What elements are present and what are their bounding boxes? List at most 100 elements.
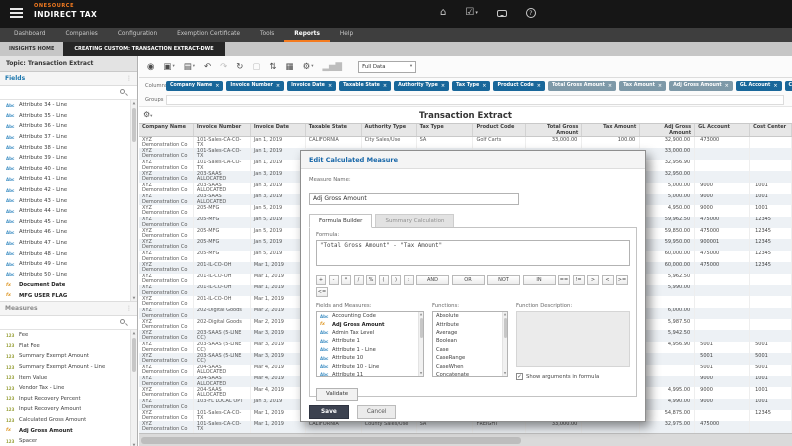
sort-icon[interactable]: ⇅ — [269, 62, 276, 72]
list-item-attribute-34-line[interactable]: AbcAttribute 34 - Line — [0, 100, 137, 111]
function-item-attribute[interactable]: Attribute — [433, 320, 507, 328]
list-item-adj-gross-amount[interactable]: fxAdj Gross Amount — [317, 320, 423, 328]
scroll-down-icon[interactable]: ▼ — [131, 295, 137, 301]
operator-button[interactable]: * — [341, 275, 351, 285]
tab-insights-home[interactable]: INSIGHTS HOME — [0, 42, 63, 56]
operator-button[interactable]: : — [404, 275, 414, 285]
tab-formula-builder[interactable]: Formula Builder — [309, 214, 372, 228]
chip-remove-icon[interactable]: × — [773, 83, 777, 89]
column-chip-cost-center[interactable]: Cost Center× — [785, 81, 792, 91]
operator-button[interactable]: > — [587, 275, 599, 285]
column-chip-total-gross-amount[interactable]: Total Gross Amount× — [548, 81, 616, 91]
fields-menu-icon[interactable]: ⋮ — [126, 75, 132, 82]
list-item-adj-gross-amount[interactable]: fxAdj Gross Amount — [0, 425, 137, 436]
operator-button[interactable]: < — [602, 275, 614, 285]
save-button[interactable]: Save — [309, 405, 349, 419]
list-item-mfg-user-flag[interactable]: fxMFG USER FLAG — [0, 291, 137, 302]
function-item-average[interactable]: Average — [433, 329, 507, 337]
col-header-tax-type[interactable]: Tax Type — [417, 124, 474, 136]
column-chip-tax-type[interactable]: Tax Type× — [452, 81, 490, 91]
list-item-document-date[interactable]: fxDocument Date — [0, 280, 137, 291]
list-item-attribute-43-line[interactable]: AbcAttribute 43 - Line — [0, 195, 137, 206]
redo-icon[interactable]: ↷ — [220, 62, 227, 72]
chip-remove-icon[interactable]: × — [383, 83, 387, 89]
scroll-thumb[interactable] — [420, 318, 423, 338]
nav-item-configuration[interactable]: Configuration — [108, 28, 167, 42]
function-item-casewhen[interactable]: CaseWhen — [433, 362, 507, 370]
copy-icon[interactable]: ▢ — [252, 62, 260, 72]
operator-button[interactable]: <= — [316, 287, 328, 297]
function-item-caserange[interactable]: CaseRange — [433, 354, 507, 362]
list-item-vendor-tax-line[interactable]: 123Vendor Tax - Line — [0, 383, 137, 394]
function-item-case[interactable]: Case — [433, 346, 507, 354]
column-chip-invoice-number[interactable]: Invoice Number× — [226, 81, 284, 91]
tasks-icon[interactable]: ☑▾ — [465, 6, 477, 20]
column-chip-product-code[interactable]: Product Code× — [493, 81, 545, 91]
list-item-flat-fee[interactable]: 123Flat Fee — [0, 341, 137, 352]
table-row[interactable]: XYZ Demonstration Co101-Sales-CA-CO-TXJa… — [139, 137, 792, 148]
list-item-attribute-49-line[interactable]: AbcAttribute 49 - Line — [0, 259, 137, 270]
list-item-attribute-40-line[interactable]: AbcAttribute 40 - Line — [0, 164, 137, 175]
scroll-down-icon[interactable]: ▼ — [503, 371, 507, 376]
col-header-cost-center[interactable]: Cost Center — [750, 124, 792, 136]
scroll-thumb[interactable] — [132, 108, 136, 142]
nav-item-reports[interactable]: Reports — [284, 28, 330, 42]
col-header-total-gross-amount[interactable]: Total Gross Amount — [526, 124, 582, 136]
nav-item-companies[interactable]: Companies — [55, 28, 107, 42]
operator-button[interactable]: >= — [616, 275, 628, 285]
col-header-gl-account[interactable]: GL Account — [695, 124, 750, 136]
operator-button[interactable]: != — [573, 275, 585, 285]
operator-button[interactable]: / — [354, 275, 364, 285]
scroll-down-icon[interactable]: ▼ — [131, 442, 137, 446]
list-item-spacer[interactable]: 123Spacer — [0, 436, 137, 446]
column-chip-taxable-state[interactable]: Taxable State× — [339, 81, 391, 91]
chip-remove-icon[interactable]: × — [658, 83, 662, 89]
operator-button[interactable]: + — [316, 275, 326, 285]
col-header-invoice-number[interactable]: Invoice Number — [194, 124, 251, 136]
list-item-attribute-42-line[interactable]: AbcAttribute 42 - Line — [0, 185, 137, 196]
list-item-attribute-1[interactable]: AbcAttribute 1 — [317, 337, 423, 345]
horizontal-scrollbar[interactable] — [139, 433, 792, 446]
cancel-button[interactable]: Cancel — [357, 405, 397, 419]
operator-button[interactable]: ) — [391, 275, 401, 285]
dialog-title[interactable]: Edit Calculated Measure — [301, 151, 645, 169]
chip-remove-icon[interactable]: × — [608, 83, 612, 89]
chip-remove-icon[interactable]: × — [276, 83, 280, 89]
chip-remove-icon[interactable]: × — [328, 83, 332, 89]
list-item-attribute-39-line[interactable]: AbcAttribute 39 - Line — [0, 153, 137, 164]
help-icon[interactable]: ? — [526, 8, 536, 18]
operator-button[interactable]: AND — [416, 275, 449, 285]
function-item-concatenate[interactable]: Concatenate — [433, 371, 507, 377]
col-header-taxable-state[interactable]: Taxable State — [306, 124, 362, 136]
nav-item-help[interactable]: Help — [330, 28, 363, 42]
validate-button[interactable]: Validate — [316, 388, 358, 401]
col-header-invoice-date[interactable]: Invoice Date — [251, 124, 306, 136]
scroll-thumb[interactable] — [504, 318, 507, 338]
chip-remove-icon[interactable]: × — [725, 83, 729, 89]
function-item-absolute[interactable]: Absolute — [433, 312, 507, 320]
list-item-calculated-gross-amount[interactable]: 123Calculated Gross Amount — [0, 415, 137, 426]
list-item-attribute-44-line[interactable]: AbcAttribute 44 - Line — [0, 206, 137, 217]
table-row[interactable]: XYZ Demonstration Co101-Sales-CA-CO-TXMa… — [139, 421, 792, 432]
view-eye-icon[interactable]: ◉ — [147, 62, 154, 72]
show-arguments-checkbox[interactable]: ✓ — [516, 373, 523, 380]
measures-menu-icon[interactable]: ⋮ — [126, 305, 132, 312]
list-item-attribute-45-line[interactable]: AbcAttribute 45 - Line — [0, 217, 137, 228]
fields-scrollbar[interactable]: ▲ ▼ — [130, 100, 137, 301]
list-item-input-recovery-percent[interactable]: 123Input Recovery Percent — [0, 394, 137, 405]
col-header-product-code[interactable]: Product Code — [473, 124, 526, 136]
column-chip-adj-gross-amount[interactable]: Adj Gross Amount× — [669, 81, 733, 91]
groups-dropzone[interactable] — [166, 95, 784, 105]
list-item-attribute-10-line[interactable]: AbcAttribute 10 - Line — [317, 362, 423, 370]
list-item-attribute-11[interactable]: AbcAttribute 11 — [317, 371, 423, 377]
column-chip-authority-type[interactable]: Authority Type× — [394, 81, 449, 91]
scroll-thumb[interactable] — [132, 338, 136, 372]
measures-scrollbar[interactable]: ▲ ▼ — [130, 330, 137, 446]
list-item-attribute-47-line[interactable]: AbcAttribute 47 - Line — [0, 238, 137, 249]
data-mode-select[interactable]: Full Data ▾ — [358, 61, 416, 73]
list-scrollbar[interactable]: ▲ ▼ — [502, 312, 507, 376]
list-item-attribute-50-line[interactable]: AbcAttribute 50 - Line — [0, 270, 137, 281]
operator-button[interactable]: OR — [452, 275, 485, 285]
chat-icon[interactable] — [497, 10, 507, 17]
undo-icon[interactable]: ↶ — [204, 62, 211, 72]
